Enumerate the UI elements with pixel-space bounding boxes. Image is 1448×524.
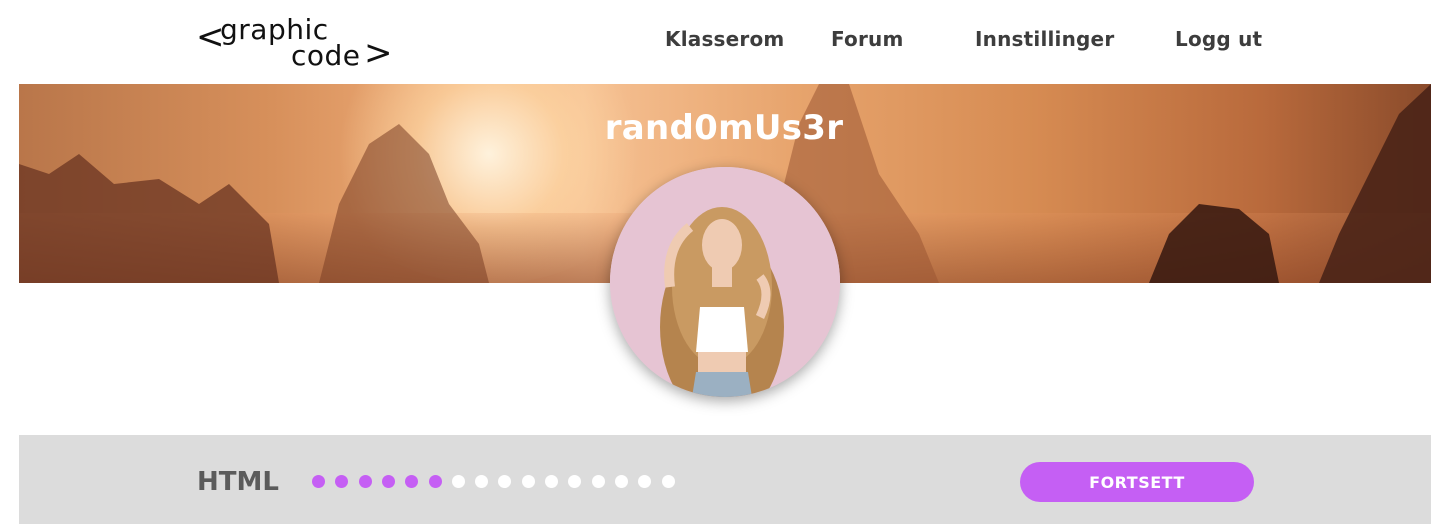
continue-button[interactable]: FORTSETT [1020,462,1254,502]
progress-dot-incomplete [475,475,489,488]
nav-item-innstillinger[interactable]: Innstillinger [975,27,1114,51]
progress-dot-incomplete [591,475,605,488]
progress-dot-incomplete [545,475,558,488]
progress-dot-complete [381,475,395,488]
progress-dot-incomplete [614,475,628,488]
course-title: HTML [197,467,279,497]
avatar-portrait [610,167,840,397]
graphic-code-logo[interactable]: < graphic code > [196,8,396,74]
progress-dot-incomplete [521,475,535,488]
logo-right-bracket: > [364,33,393,73]
nav-item-logg-ut[interactable]: Logg ut [1175,27,1262,51]
profile-avatar[interactable] [610,167,840,397]
site-header: < graphic code > Klasserom Forum Innstil… [0,0,1448,84]
logo-word-code: code [291,39,361,72]
nav-item-forum[interactable]: Forum [831,27,904,51]
progress-dot-complete [428,475,442,488]
progress-dot-complete [312,475,325,488]
nav-item-klasserom[interactable]: Klasserom [665,27,784,51]
profile-username: rand0mUs3r [604,108,844,148]
progress-dot-incomplete [661,475,675,488]
progress-dot-incomplete [451,475,465,488]
progress-dot-complete [358,475,372,488]
